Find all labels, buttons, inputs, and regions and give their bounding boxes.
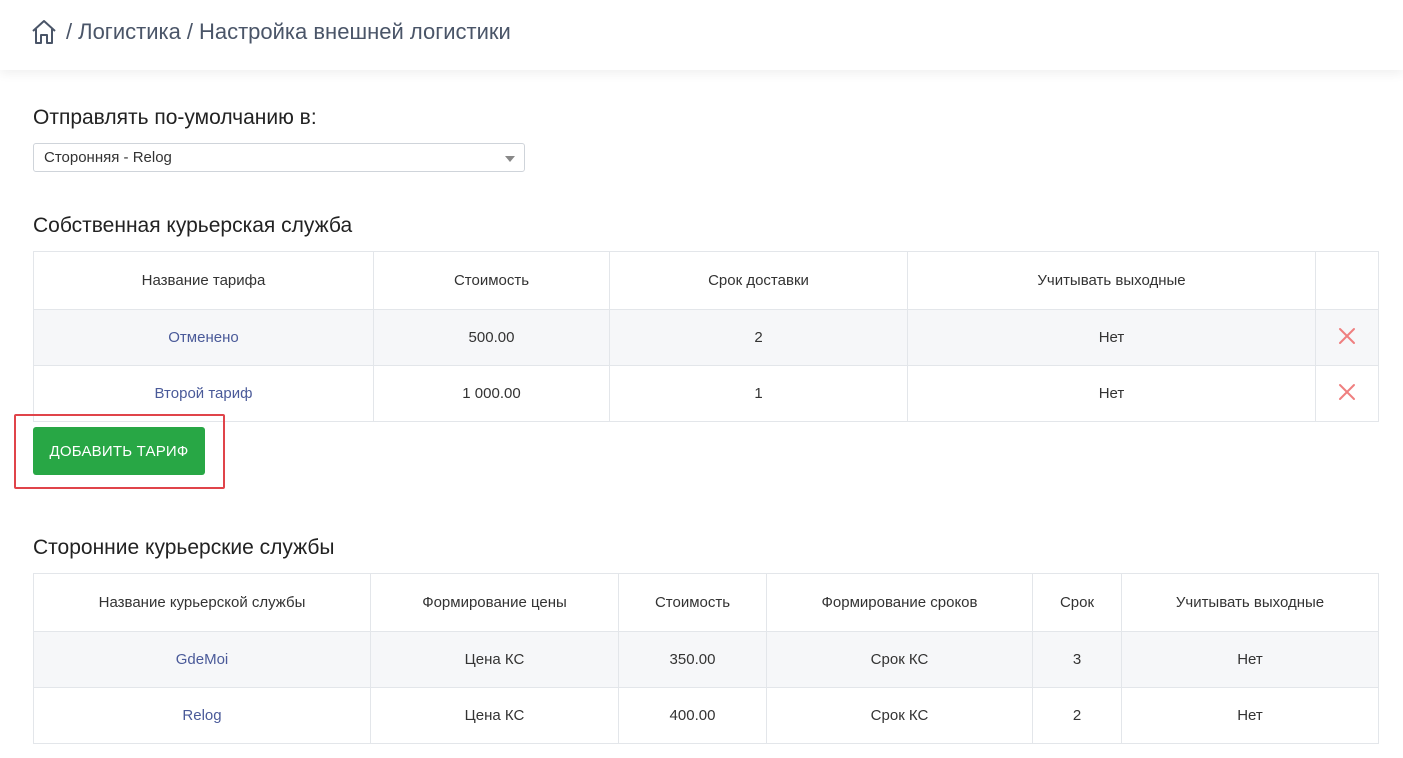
service-name-link[interactable]: GdeMoi	[176, 651, 229, 668]
column-header: Учитывать выходные	[1121, 573, 1379, 632]
service-cost: 350.00	[618, 631, 767, 688]
own-service-title: Собственная курьерская служба	[33, 214, 353, 237]
third-party-table: Название курьерской службы Формирование …	[33, 573, 1379, 744]
tariff-cost: 500.00	[373, 309, 610, 366]
service-term: 2	[1032, 687, 1122, 744]
table-row: Отменено 500.00 2 Нет	[33, 309, 1379, 366]
tariff-term: 2	[609, 309, 908, 366]
table-row: GdeMoi Цена КС 350.00 Срок КС 3 Нет	[33, 631, 1379, 688]
service-weekends: Нет	[1121, 687, 1379, 744]
default-send-select[interactable]: Сторонняя - Relog	[33, 143, 525, 172]
table-row: Второй тариф 1 000.00 1 Нет	[33, 365, 1379, 422]
breadcrumb-logistics[interactable]: Логистика	[78, 19, 181, 45]
column-header: Стоимость	[373, 251, 610, 310]
third-party-title: Сторонние курьерские службы	[33, 536, 335, 559]
tariff-name-link[interactable]: Отменено	[168, 329, 238, 346]
column-header: Учитывать выходные	[907, 251, 1316, 310]
column-header: Формирование сроков	[766, 573, 1033, 632]
service-weekends: Нет	[1121, 631, 1379, 688]
column-header: Название тарифа	[33, 251, 374, 310]
chevron-down-icon	[505, 156, 515, 162]
column-header	[1315, 251, 1379, 310]
tariff-weekends: Нет	[907, 309, 1316, 366]
column-header: Срок доставки	[609, 251, 908, 310]
breadcrumb-separator: /	[186, 19, 193, 44]
service-term: 3	[1032, 631, 1122, 688]
column-header: Формирование цены	[370, 573, 619, 632]
tariff-cost: 1 000.00	[373, 365, 610, 422]
term-mode: Срок КС	[766, 687, 1033, 744]
breadcrumb-current: Настройка внешней логистики	[198, 19, 511, 44]
service-name-link[interactable]: Relog	[182, 707, 221, 724]
price-mode: Цена КС	[370, 631, 619, 688]
tariff-weekends: Нет	[907, 365, 1316, 422]
tariff-name-link[interactable]: Второй тариф	[155, 385, 253, 402]
add-tariff-button[interactable]: ДОБАВИТЬ ТАРИФ	[33, 427, 205, 475]
default-send-label: Отправлять по-умолчанию в:	[33, 106, 317, 129]
column-header: Стоимость	[618, 573, 767, 632]
service-cost: 400.00	[618, 687, 767, 744]
delete-icon[interactable]	[1338, 327, 1356, 345]
breadcrumb-separator: /	[66, 19, 73, 44]
term-mode: Срок КС	[766, 631, 1033, 688]
select-value: Сторонняя - Relog	[44, 149, 172, 166]
column-header: Название курьерской службы	[33, 573, 371, 632]
tariff-term: 1	[609, 365, 908, 422]
delete-icon[interactable]	[1338, 383, 1356, 401]
column-header: Срок	[1032, 573, 1122, 632]
home-icon[interactable]	[30, 18, 58, 46]
table-row: Relog Цена КС 400.00 Срок КС 2 Нет	[33, 687, 1379, 744]
price-mode: Цена КС	[370, 687, 619, 744]
own-service-table: Название тарифа Стоимость Срок доставки …	[33, 251, 1379, 422]
breadcrumb: / Логистика / Настройка внешней логистик…	[30, 16, 511, 48]
top-bar: / Логистика / Настройка внешней логистик…	[0, 0, 1403, 70]
